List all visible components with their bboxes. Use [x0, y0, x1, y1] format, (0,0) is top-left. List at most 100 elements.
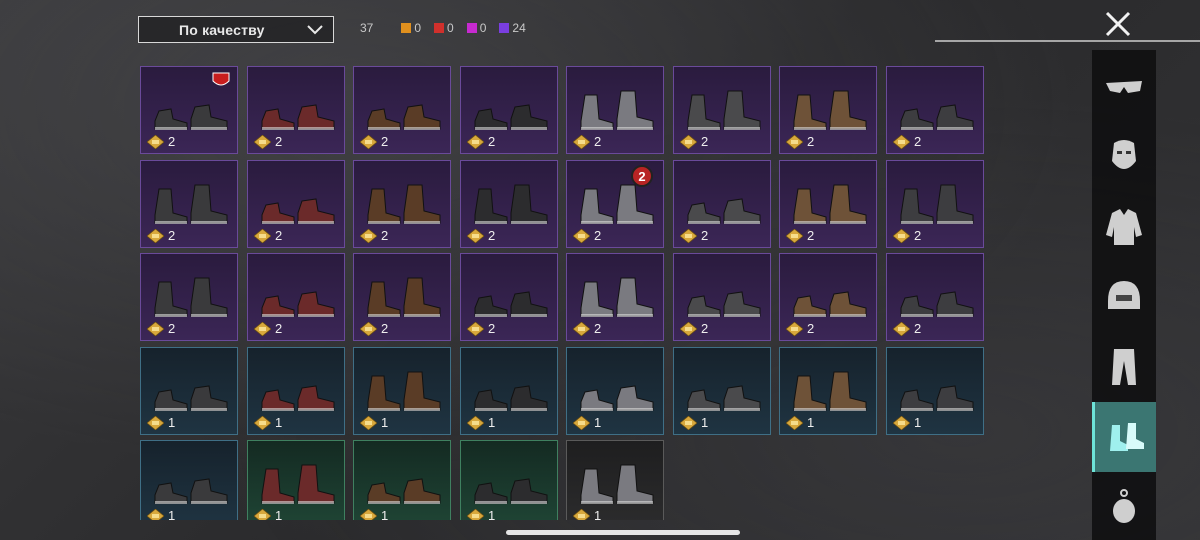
item-tile[interactable]: 2: [247, 253, 345, 341]
coin-icon: [786, 321, 803, 336]
item-tile[interactable]: 1: [566, 440, 664, 520]
home-indicator[interactable]: [506, 530, 740, 535]
item-count-value: 1: [168, 415, 176, 430]
boots-icon: [900, 184, 974, 224]
item-tile[interactable]: 2: [673, 253, 771, 341]
item-count-value: 1: [594, 508, 602, 520]
item-tile[interactable]: 1: [460, 347, 558, 435]
item-count-value: 2: [275, 321, 283, 336]
category-sidebar: [1092, 50, 1156, 540]
item-tile[interactable]: 2: [886, 66, 984, 154]
item-count-value: 1: [381, 508, 389, 520]
item-tile[interactable]: 2: [779, 253, 877, 341]
item-tile[interactable]: 1: [353, 347, 451, 435]
shoes-icon: [154, 478, 228, 504]
shoes-icon: [900, 291, 974, 317]
coin-icon: [573, 228, 590, 243]
boots-icon: [580, 464, 654, 504]
item-tile[interactable]: 1: [140, 347, 238, 435]
item-count-value: 1: [168, 508, 176, 520]
item-tile[interactable]: 1: [247, 347, 345, 435]
sneakers-icon: [261, 291, 335, 317]
item-tile[interactable]: 1: [779, 347, 877, 435]
item-count: 2: [786, 134, 814, 149]
item-tile[interactable]: 2: [460, 66, 558, 154]
coin-icon: [893, 321, 910, 336]
quality-count-value: 0: [479, 21, 487, 35]
item-tile[interactable]: 1: [673, 347, 771, 435]
quality-count-pink: 0: [466, 21, 487, 35]
item-tile[interactable]: 2: [353, 160, 451, 248]
item-tile[interactable]: 2: [353, 253, 451, 341]
item-count-value: 1: [914, 415, 922, 430]
category-shoes[interactable]: [1092, 402, 1156, 472]
item-tile[interactable]: 2: [886, 253, 984, 341]
coin-icon: [680, 415, 697, 430]
item-tile[interactable]: 2: [779, 66, 877, 154]
quality-count-value: 24: [512, 21, 526, 35]
item-tile[interactable]: 2: [779, 160, 877, 248]
boots-icon: [793, 90, 867, 130]
quality-count-value: 0: [414, 21, 422, 35]
category-mask[interactable]: [1092, 122, 1156, 192]
item-count-value: 2: [168, 321, 176, 336]
item-tile[interactable]: 2: [566, 66, 664, 154]
item-count: 2: [360, 228, 388, 243]
item-count: 1: [254, 415, 282, 430]
sneakers-icon: [474, 385, 548, 411]
sort-dropdown[interactable]: По качеству: [138, 16, 334, 43]
item-tile[interactable]: 2: [140, 160, 238, 248]
coin-icon: [573, 321, 590, 336]
item-count-value: 2: [594, 228, 602, 243]
item-tile[interactable]: 1: [460, 440, 558, 520]
item-tile[interactable]: 2: [247, 160, 345, 248]
header-divider: [935, 40, 1200, 42]
item-count: 1: [893, 415, 921, 430]
item-tile[interactable]: 1: [353, 440, 451, 520]
item-count: 1: [573, 415, 601, 430]
item-tile[interactable]: 2: [140, 66, 238, 154]
item-count: 2: [893, 228, 921, 243]
chevron-down-icon: [307, 24, 323, 34]
item-count: 2: [573, 321, 601, 336]
boots-icon: [261, 464, 335, 504]
item-tile[interactable]: 1: [247, 440, 345, 520]
sneakers-icon: [154, 385, 228, 411]
item-count: 2: [360, 321, 388, 336]
item-tile[interactable]: 1: [886, 347, 984, 435]
sneakers-icon: [687, 291, 761, 317]
category-pendant[interactable]: [1092, 472, 1156, 540]
coin-icon: [360, 415, 377, 430]
close-icon[interactable]: [1103, 9, 1133, 39]
category-glasses[interactable]: [1092, 52, 1156, 122]
item-tile[interactable]: 1: [140, 440, 238, 520]
item-count: 1: [786, 415, 814, 430]
item-tile[interactable]: 2: [886, 160, 984, 248]
coin-icon: [573, 134, 590, 149]
item-tile[interactable]: 2: [566, 253, 664, 341]
item-tile[interactable]: 1: [566, 347, 664, 435]
item-tile[interactable]: 2: [460, 160, 558, 248]
coin-icon: [893, 134, 910, 149]
item-tile[interactable]: 2 2: [566, 160, 664, 248]
item-tile[interactable]: 2: [673, 160, 771, 248]
coin-icon: [147, 508, 164, 520]
item-tile[interactable]: 2: [247, 66, 345, 154]
quality-count-red: 0: [434, 21, 454, 35]
boots-icon: [367, 184, 441, 224]
category-pants[interactable]: [1092, 332, 1156, 402]
item-tile[interactable]: 2: [353, 66, 451, 154]
item-tile[interactable]: 2: [140, 253, 238, 341]
item-count-value: 2: [168, 228, 176, 243]
category-jacket[interactable]: [1092, 192, 1156, 262]
item-tile[interactable]: 2: [460, 253, 558, 341]
item-count: 2: [467, 321, 495, 336]
item-count: 2: [573, 134, 601, 149]
category-headgear[interactable]: [1092, 262, 1156, 332]
item-count: 2: [467, 134, 495, 149]
item-tile[interactable]: 2: [673, 66, 771, 154]
coin-icon: [786, 415, 803, 430]
boots-icon: [367, 277, 441, 317]
item-count: 2: [360, 134, 388, 149]
item-count: 2: [147, 321, 175, 336]
